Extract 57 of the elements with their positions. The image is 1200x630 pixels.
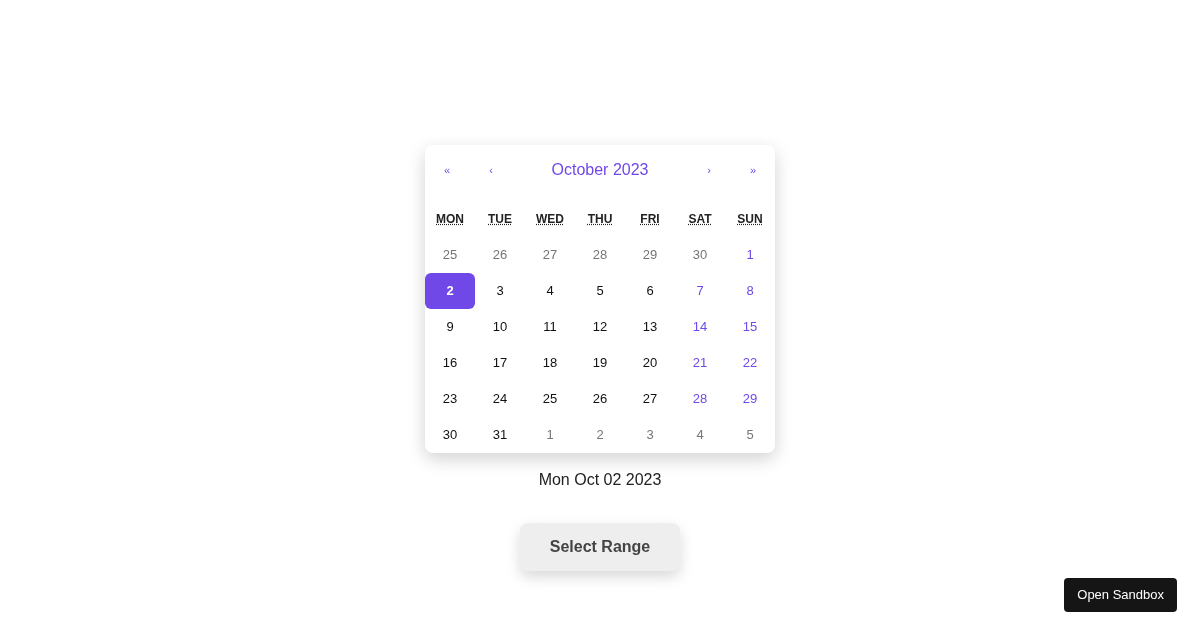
select-range-button[interactable]: Select Range — [520, 523, 680, 571]
day-cell[interactable]: 30 — [425, 417, 475, 453]
day-cell[interactable]: 1 — [725, 237, 775, 273]
weekday-label: FRI — [640, 211, 660, 228]
day-cell[interactable]: 31 — [475, 417, 525, 453]
day-cell[interactable]: 25 — [425, 237, 475, 273]
day-cell[interactable]: 15 — [725, 309, 775, 345]
day-cell[interactable]: 16 — [425, 345, 475, 381]
weekday-label: WED — [536, 211, 564, 228]
previous-year-button[interactable]: « — [425, 145, 469, 195]
day-cell[interactable]: 24 — [475, 381, 525, 417]
day-cell[interactable]: 11 — [525, 309, 575, 345]
day-cell[interactable]: 6 — [625, 273, 675, 309]
day-cell[interactable]: 13 — [625, 309, 675, 345]
day-cell[interactable]: 4 — [525, 273, 575, 309]
day-cell[interactable]: 4 — [675, 417, 725, 453]
day-cell[interactable]: 29 — [625, 237, 675, 273]
weekday-label: SUN — [737, 211, 763, 228]
day-cell[interactable]: 27 — [625, 381, 675, 417]
open-sandbox-button[interactable]: Open Sandbox — [1064, 578, 1177, 612]
day-cell[interactable]: 21 — [675, 345, 725, 381]
day-cell[interactable]: 2 — [425, 273, 475, 309]
day-cell[interactable]: 20 — [625, 345, 675, 381]
next-month-button[interactable]: › — [687, 145, 731, 195]
day-cell[interactable]: 9 — [425, 309, 475, 345]
day-cell[interactable]: 5 — [575, 273, 625, 309]
day-cell[interactable]: 26 — [475, 237, 525, 273]
day-cell[interactable]: 1 — [525, 417, 575, 453]
weekday-label: THU — [587, 211, 613, 228]
selected-date-text: Mon Oct 02 2023 — [538, 470, 662, 490]
day-cell[interactable]: 18 — [525, 345, 575, 381]
day-cell[interactable]: 29 — [725, 381, 775, 417]
month-title-button[interactable]: October 2023 — [513, 145, 687, 195]
day-cell[interactable]: 12 — [575, 309, 625, 345]
day-cell[interactable]: 23 — [425, 381, 475, 417]
day-cell[interactable]: 5 — [725, 417, 775, 453]
day-cell[interactable]: 28 — [675, 381, 725, 417]
day-cell[interactable]: 3 — [625, 417, 675, 453]
day-cell[interactable]: 2 — [575, 417, 625, 453]
day-cell[interactable]: 27 — [525, 237, 575, 273]
day-cell[interactable]: 3 — [475, 273, 525, 309]
day-cell[interactable]: 7 — [675, 273, 725, 309]
day-cell[interactable]: 14 — [675, 309, 725, 345]
day-cell[interactable]: 22 — [725, 345, 775, 381]
day-cell[interactable]: 25 — [525, 381, 575, 417]
day-cell[interactable]: 28 — [575, 237, 625, 273]
previous-month-button[interactable]: ‹ — [469, 145, 513, 195]
day-cell[interactable]: 19 — [575, 345, 625, 381]
day-cell[interactable]: 30 — [675, 237, 725, 273]
weekday-label: TUE — [488, 211, 512, 228]
day-cell[interactable]: 8 — [725, 273, 775, 309]
day-cell[interactable]: 10 — [475, 309, 525, 345]
weekday-label: MON — [436, 211, 464, 228]
day-cell[interactable]: 17 — [475, 345, 525, 381]
weekday-label: SAT — [688, 211, 712, 228]
next-year-button[interactable]: » — [731, 145, 775, 195]
day-cell[interactable]: 26 — [575, 381, 625, 417]
